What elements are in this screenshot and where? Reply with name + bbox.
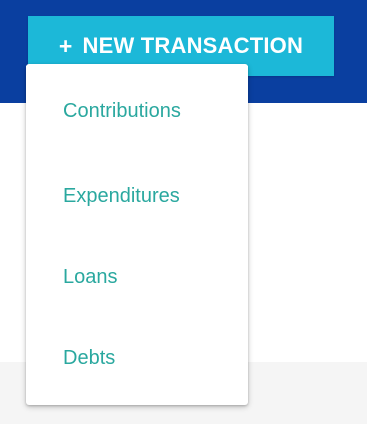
menu-item-label: Contributions [63,99,181,122]
transaction-screen: + NEW TRANSACTION Contributions Expendit… [0,0,367,424]
menu-item-debts[interactable]: Debts [26,318,248,399]
menu-item-loans[interactable]: Loans [26,237,248,318]
menu-item-label: Debts [63,347,116,369]
menu-item-label: Expenditures [63,185,180,207]
plus-icon: + [58,32,73,59]
transaction-type-menu: Contributions Expenditures Loans Debts [26,64,248,405]
menu-item-contributions[interactable]: Contributions [26,66,248,156]
new-transaction-label: NEW TRANSACTION [82,33,304,58]
menu-item-label: Loans [63,266,118,288]
menu-item-expenditures[interactable]: Expenditures [26,156,248,237]
